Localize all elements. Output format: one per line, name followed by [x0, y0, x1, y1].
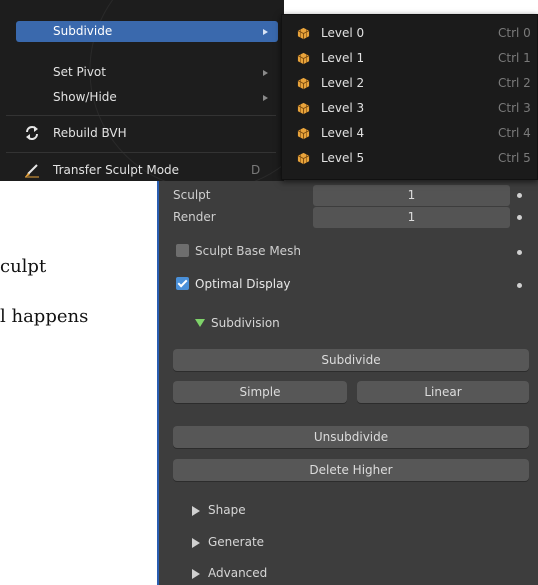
- menu-item-subdivide[interactable]: Subdivide: [16, 21, 278, 42]
- animate-property-dot[interactable]: [517, 283, 522, 288]
- submenu-item-level-2[interactable]: Level 2 Ctrl 2: [288, 74, 533, 94]
- subdivide-submenu: Level 0 Ctrl 0 Level 1 Ctrl 1 Level 2 Ctrl 2L…: [281, 14, 538, 180]
- render-level-row: Render 1: [159, 207, 538, 228]
- submenu-item-level-4[interactable]: Level 4 Ctrl 4: [288, 124, 533, 144]
- sculpt-level-label: Sculpt: [173, 188, 211, 202]
- collapsed-triangle-icon: [192, 538, 200, 548]
- menu-item-label: Show/Hide: [53, 90, 117, 104]
- submenu-item-shortcut: Ctrl 4: [498, 126, 531, 140]
- subdivision-section-label: Subdivision: [211, 316, 280, 330]
- simple-button[interactable]: Simple: [173, 381, 347, 403]
- menu-item-label: Rebuild BVH: [53, 126, 127, 140]
- menu-item-set-pivot[interactable]: Set Pivot: [16, 62, 278, 82]
- cube-grid-icon: [297, 52, 310, 65]
- submenu-item-label: Level 0: [321, 26, 365, 40]
- submenu-item-label: Level 4: [321, 126, 365, 140]
- optimal-display-label: Optimal Display: [195, 277, 291, 291]
- multires-properties-panel: Sculpt 1 Render 1 Sculpt Base Mesh Optim…: [157, 176, 538, 585]
- sculpt-context-menu: Subdivide Set Pivot Show/Hide Rebuild BV…: [0, 0, 284, 181]
- menu-item-label: Subdivide: [53, 24, 113, 38]
- shape-section-label: Shape: [208, 503, 246, 517]
- submenu-item-label: Level 1: [321, 51, 365, 65]
- submenu-item-label: Level 2: [321, 76, 365, 90]
- sculpt-base-mesh-label: Sculpt Base Mesh: [195, 244, 301, 258]
- sculpt-base-mesh-checkbox[interactable]: [176, 244, 189, 257]
- background-text-line-1: culpt: [0, 256, 47, 277]
- generate-section-label: Generate: [208, 535, 265, 549]
- sculpt-level-row: Sculpt 1: [159, 185, 538, 206]
- submenu-item-level-3[interactable]: Level 3 Ctrl 3: [288, 99, 533, 119]
- submenu-arrow-icon: [263, 29, 268, 35]
- submenu-item-shortcut: Ctrl 2: [498, 76, 531, 90]
- animate-property-dot[interactable]: [517, 193, 522, 198]
- menu-separator: [6, 115, 276, 116]
- animate-property-dot[interactable]: [517, 215, 522, 220]
- advanced-section-header[interactable]: Advanced: [159, 565, 538, 583]
- menu-item-transfer-sculpt-mode[interactable]: Transfer Sculpt Mode D: [6, 159, 278, 181]
- menu-item-show-hide[interactable]: Show/Hide: [16, 87, 278, 107]
- cube-grid-icon: [297, 127, 310, 140]
- menu-item-label: Set Pivot: [53, 65, 106, 79]
- optimal-display-row[interactable]: Optimal Display: [159, 275, 538, 295]
- cube-grid-icon: [297, 27, 310, 40]
- optimal-display-checkbox[interactable]: [176, 277, 189, 290]
- subdivision-section-header[interactable]: Subdivision: [159, 314, 538, 334]
- background-text-line-2: l happens: [0, 306, 89, 327]
- brush-icon: [25, 164, 39, 178]
- collapsed-triangle-icon: [192, 506, 200, 516]
- sculpt-base-mesh-row[interactable]: Sculpt Base Mesh: [159, 242, 538, 262]
- shape-section-header[interactable]: Shape: [159, 502, 538, 520]
- collapsed-triangle-icon: [192, 569, 200, 579]
- menu-separator: [6, 152, 276, 153]
- cube-grid-icon: [297, 77, 310, 90]
- expand-triangle-icon: [195, 319, 205, 327]
- delete-higher-button[interactable]: Delete Higher: [173, 459, 529, 481]
- submenu-arrow-icon: [263, 70, 268, 76]
- refresh-icon: [26, 126, 38, 140]
- submenu-item-level-0[interactable]: Level 0 Ctrl 0: [288, 24, 533, 44]
- animate-property-dot[interactable]: [517, 250, 522, 255]
- submenu-item-level-5[interactable]: Level 5 Ctrl 5: [288, 149, 533, 169]
- render-level-field[interactable]: 1: [313, 207, 510, 228]
- submenu-item-shortcut: Ctrl 1: [498, 51, 531, 65]
- submenu-item-shortcut: Ctrl 3: [498, 101, 531, 115]
- subdivide-button[interactable]: Subdivide: [173, 349, 529, 371]
- submenu-item-shortcut: Ctrl 5: [498, 151, 531, 165]
- submenu-item-level-1[interactable]: Level 1 Ctrl 1: [288, 49, 533, 69]
- unsubdivide-button[interactable]: Unsubdivide: [173, 426, 529, 448]
- linear-button[interactable]: Linear: [357, 381, 529, 403]
- menu-item-shortcut: D: [251, 163, 261, 177]
- menu-item-rebuild-bvh[interactable]: Rebuild BVH: [6, 122, 278, 144]
- menu-item-label: Transfer Sculpt Mode: [53, 163, 180, 177]
- advanced-section-label: Advanced: [208, 566, 268, 580]
- submenu-item-label: Level 5: [321, 151, 365, 165]
- cube-grid-icon: [297, 102, 310, 115]
- submenu-item-label: Level 3: [321, 101, 365, 115]
- submenu-arrow-icon: [263, 95, 268, 101]
- cube-grid-icon: [297, 152, 310, 165]
- submenu-item-shortcut: Ctrl 0: [498, 26, 531, 40]
- render-level-label: Render: [173, 210, 216, 224]
- generate-section-header[interactable]: Generate: [159, 534, 538, 552]
- sculpt-level-field[interactable]: 1: [313, 185, 510, 206]
